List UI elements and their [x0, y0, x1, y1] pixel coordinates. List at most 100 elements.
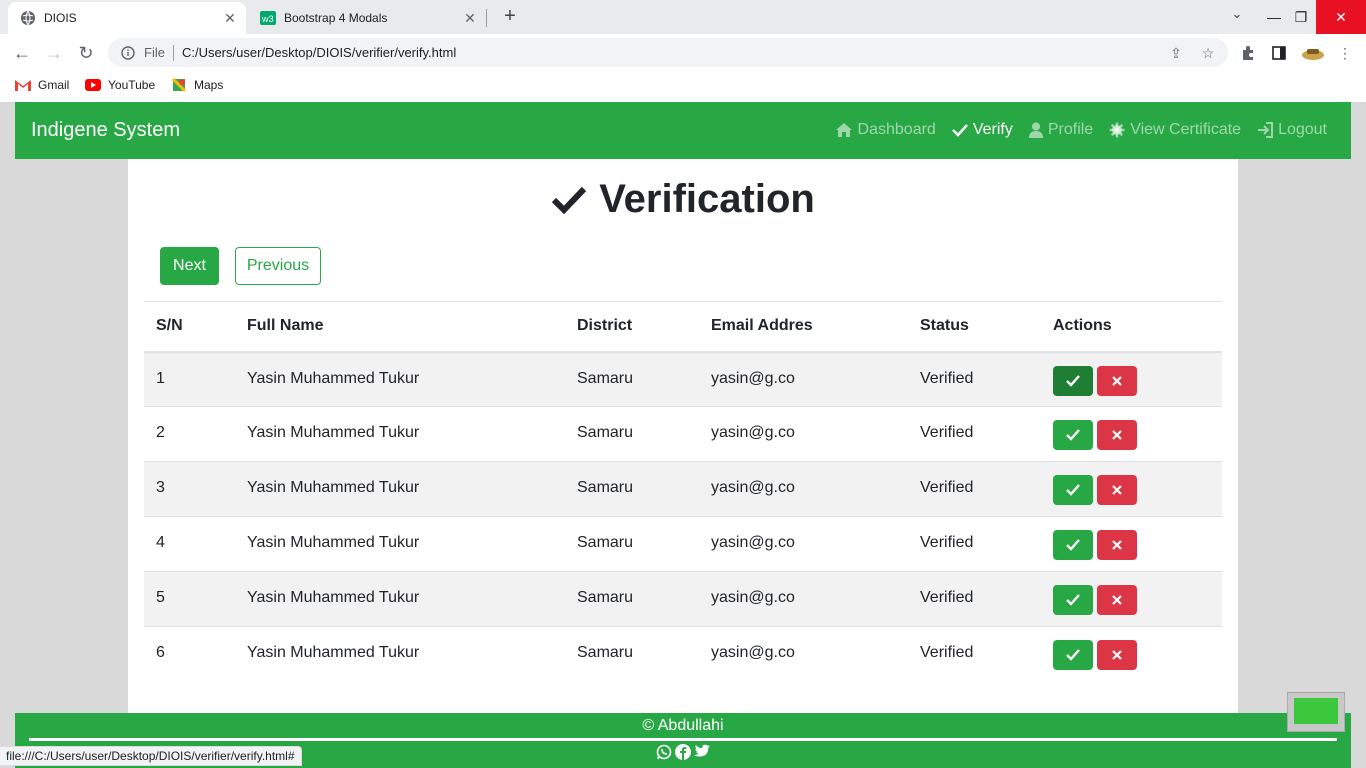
cell-email: yasin@g.co [699, 626, 908, 682]
approve-button[interactable] [1053, 585, 1093, 615]
reject-button[interactable] [1097, 365, 1137, 396]
chevron-down-icon[interactable]: ⌄ [1226, 6, 1248, 22]
w3schools-icon: w3 [260, 10, 276, 26]
star-icon[interactable]: ☆ [1197, 42, 1219, 64]
nav-label: Verify [972, 121, 1013, 138]
gmail-icon [15, 78, 31, 92]
page-viewport: Indigene System Dashboard Verify Profile… [0, 102, 1366, 768]
verification-table: S/N Full Name District Email Addres Stat… [144, 301, 1222, 682]
close-icon [1112, 430, 1122, 440]
cell-name: Yasin Muhammed Tukur [235, 406, 565, 462]
check-icon [1066, 649, 1080, 661]
browser-toolbar: ← → ↻ File C:/Users/user/Desktop/DIOIS/v… [0, 34, 1366, 72]
network-meter-widget[interactable] [1287, 692, 1345, 732]
table-row: 3 Yasin Muhammed Tukur Samaru yasin@g.co… [144, 461, 1222, 517]
forward-arrow-icon[interactable]: → [43, 42, 65, 64]
youtube-icon [85, 78, 101, 92]
cell-status: Verified [908, 516, 1041, 572]
cell-email: yasin@g.co [699, 406, 908, 462]
bookmark-youtube[interactable]: YouTube [85, 78, 155, 92]
table-header-row: S/N Full Name District Email Addres Stat… [144, 301, 1222, 353]
reject-button[interactable] [1097, 420, 1137, 450]
cell-email: yasin@g.co [699, 351, 908, 407]
check-icon [552, 186, 587, 214]
browser-status-url: file:///C:/Users/user/Desktop/DIOIS/veri… [0, 746, 302, 766]
table-row: 5 Yasin Muhammed Tukur Samaru yasin@g.co… [144, 571, 1222, 627]
copyright-text: © Abdullahi [642, 717, 724, 734]
cell-actions [1041, 571, 1222, 627]
cell-name: Yasin Muhammed Tukur [235, 516, 565, 572]
check-icon [1066, 429, 1080, 441]
url-text[interactable]: C:/Users/user/Desktop/DIOIS/verifier/ver… [182, 45, 456, 60]
svg-text:w3: w3 [261, 14, 274, 24]
tab-separator [486, 9, 487, 27]
check-icon [951, 124, 968, 137]
facebook-icon[interactable] [674, 744, 691, 760]
page-title-text: Verification [599, 177, 815, 221]
column-header: Status [908, 301, 1041, 353]
close-icon [1112, 375, 1122, 386]
close-tab-icon[interactable]: ✕ [220, 10, 240, 27]
column-header: Email Addres [699, 301, 908, 353]
reload-icon[interactable]: ↻ [75, 42, 97, 64]
nav-logout[interactable]: Logout [1257, 121, 1327, 139]
cell-sn: 5 [144, 571, 235, 627]
new-tab-icon[interactable]: + [499, 5, 521, 28]
reject-button[interactable] [1097, 585, 1137, 615]
close-icon [1112, 540, 1122, 550]
window-close-icon[interactable]: ✕ [1316, 0, 1366, 34]
extensions-icon[interactable] [1237, 42, 1259, 64]
nav-verify[interactable]: Verify [951, 121, 1013, 139]
cell-district: Samaru [565, 351, 699, 407]
cell-name: Yasin Muhammed Tukur [235, 461, 565, 517]
check-icon [1066, 539, 1080, 551]
check-icon [1066, 484, 1080, 496]
close-tab-icon[interactable]: ✕ [460, 10, 480, 27]
approve-button[interactable] [1053, 365, 1093, 396]
bookmark-maps[interactable]: Maps [171, 77, 223, 93]
page-title: Verification [128, 177, 1238, 222]
approve-button[interactable] [1053, 640, 1093, 670]
divider [172, 44, 174, 61]
approve-button[interactable] [1053, 475, 1093, 505]
nav-view-certificate[interactable]: View Certificate [1109, 121, 1241, 139]
twitter-icon[interactable] [693, 744, 711, 759]
nav-dashboard[interactable]: Dashboard [835, 121, 936, 139]
next-button[interactable]: Next [160, 247, 219, 285]
certificate-icon [1109, 122, 1125, 138]
cell-district: Samaru [565, 516, 699, 572]
network-meter-bar [1294, 698, 1338, 724]
sign-in-icon [1258, 122, 1274, 138]
footer-divider [29, 738, 1337, 741]
side-panel-icon[interactable] [1268, 42, 1290, 64]
nav-profile[interactable]: Profile [1028, 121, 1093, 139]
whatsapp-icon[interactable] [656, 744, 672, 760]
nav-label: Logout [1278, 121, 1327, 138]
browser-tab-bootstrap[interactable]: w3 Bootstrap 4 Modals ✕ [248, 2, 486, 34]
back-arrow-icon[interactable]: ← [11, 42, 33, 64]
column-header: District [565, 301, 699, 353]
brand-title[interactable]: Indigene System [31, 119, 180, 142]
reject-button[interactable] [1097, 530, 1137, 560]
table-row: 6 Yasin Muhammed Tukur Samaru yasin@g.co… [144, 626, 1222, 682]
info-icon[interactable] [120, 45, 136, 61]
browser-tab-diois[interactable]: DIOIS ✕ [8, 2, 246, 34]
reject-button[interactable] [1097, 475, 1137, 505]
cell-actions [1041, 351, 1222, 407]
approve-button[interactable] [1053, 420, 1093, 450]
bookmark-label: Gmail [38, 78, 70, 92]
share-icon[interactable]: ⇪ [1165, 42, 1187, 64]
cell-sn: 6 [144, 626, 235, 682]
cell-email: yasin@g.co [699, 461, 908, 517]
nav-links: Dashboard Verify Profile View Certificat… [819, 121, 1327, 139]
bookmark-gmail[interactable]: Gmail [15, 78, 69, 92]
cell-sn: 2 [144, 406, 235, 462]
cell-district: Samaru [565, 571, 699, 627]
approve-button[interactable] [1053, 530, 1093, 560]
table-row: 1 Yasin Muhammed Tukur Samaru yasin@g.co… [144, 351, 1222, 407]
reject-button[interactable] [1097, 640, 1137, 670]
previous-button[interactable]: Previous [235, 247, 321, 285]
menu-kebab-icon[interactable]: ⋮ [1334, 42, 1356, 64]
address-bar[interactable]: File C:/Users/user/Desktop/DIOIS/verifie… [108, 38, 1228, 67]
profile-avatar-icon[interactable] [1300, 42, 1326, 64]
